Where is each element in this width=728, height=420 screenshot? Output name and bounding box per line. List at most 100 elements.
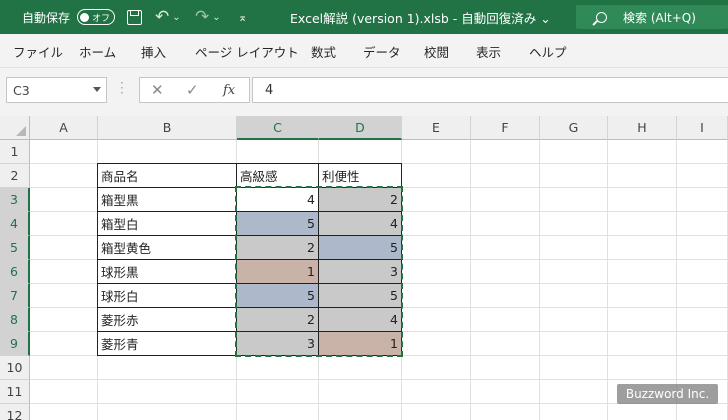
row-header-7[interactable]: 7 [0,284,30,308]
watermark: Buzzword Inc. [617,384,718,404]
autosave-label: 自動保存 [22,10,71,25]
table-cell-quality[interactable]: 2 [237,236,318,259]
table-border [318,163,319,356]
table-cell-convenience[interactable]: 1 [319,332,401,355]
search-label: 検索 (Alt+Q) [623,10,696,25]
autosave-state: オフ [92,13,111,24]
row-header-12[interactable]: 12 [0,404,30,420]
table-border [97,163,98,356]
table-border [97,187,402,188]
table-border [97,235,402,236]
chevron-down-icon: ⌄ [172,11,181,23]
document-title[interactable]: Excel解説 (version 1).xlsb - 自動回復済み ⌄ [290,0,551,34]
tab-home[interactable]: ホーム [79,34,116,68]
column-header-b[interactable]: B [98,116,237,140]
column-header-f[interactable]: F [471,116,540,140]
table-border [97,163,402,164]
column-header-a[interactable]: A [30,116,98,140]
table-cell-quality[interactable]: 1 [237,260,318,283]
row-header-11[interactable]: 11 [0,380,30,404]
row-header-4[interactable]: 4 [0,212,30,236]
enter-icon[interactable]: ✓ [186,78,199,102]
table-cell-quality[interactable]: 5 [237,212,318,235]
column-header-i[interactable]: I [677,116,728,140]
table-border [97,355,402,356]
table-border [97,259,402,260]
table-border [97,331,402,332]
table-cell-convenience[interactable]: 5 [319,284,401,307]
tab-data[interactable]: データ [363,34,401,68]
header-cell-quality[interactable]: 高級感 [237,164,318,187]
table-cell-convenience[interactable]: 4 [319,212,401,235]
table-cell-name[interactable]: 球形白 [98,284,236,307]
undo-button[interactable]: ↶ ⌄ [155,0,181,34]
chevron-down-icon[interactable] [93,87,101,92]
table-cell-quality[interactable]: 2 [237,308,318,331]
table-border [97,211,402,212]
redo-icon: ↷ [195,7,210,27]
redo-button[interactable]: ↷ ⌄ [195,0,221,34]
table-border [401,163,402,356]
table-cell-convenience[interactable]: 3 [319,260,401,283]
tab-view[interactable]: 表示 [476,34,501,68]
insert-function-icon[interactable]: fx [223,78,235,102]
row-header-1[interactable]: 1 [0,140,30,164]
row-header-6[interactable]: 6 [0,260,30,284]
tab-help[interactable]: ヘルプ [529,34,567,68]
gridline [676,140,677,420]
undo-icon: ↶ [155,7,170,27]
table-cell-name[interactable]: 球形黒 [98,260,236,283]
select-all-button[interactable] [0,116,30,140]
column-header-h[interactable]: H [608,116,677,140]
formula-input[interactable]: 4 [252,77,728,103]
table-cell-name[interactable]: 箱型黄色 [98,236,236,259]
table-border [97,307,402,308]
save-icon[interactable] [127,10,142,25]
tab-insert[interactable]: 挿入 [141,34,166,68]
search-box[interactable]: 検索 (Alt+Q) [576,5,728,29]
column-header-d[interactable]: D [319,116,402,140]
table-cell-convenience[interactable]: 4 [319,308,401,331]
row-header-5[interactable]: 5 [0,236,30,260]
table-cell-quality[interactable]: 3 [237,332,318,355]
row-header-8[interactable]: 8 [0,308,30,332]
cancel-icon[interactable]: ✕ [151,78,164,102]
worksheet-grid[interactable]: A B C D E F G H I 1 2 3 4 5 6 7 8 9 10 11 12 商品名 高級感 利便性 箱型黒 4 2 箱型… [0,116,728,420]
formula-bar: C3 · · · ✕ ✓ fx 4 [0,68,728,116]
table-cell-convenience[interactable]: 2 [319,188,401,211]
name-box[interactable]: C3 [6,77,107,103]
tab-formulas[interactable]: 数式 [311,34,336,68]
customize-qat-icon[interactable]: ⌅ [238,0,247,34]
header-cell-convenience[interactable]: 利便性 [319,164,401,187]
table-cell-name[interactable]: 菱形赤 [98,308,236,331]
row-header-2[interactable]: 2 [0,164,30,188]
tab-review[interactable]: 校閲 [424,34,449,68]
table-cell-name[interactable]: 箱型黒 [98,188,236,211]
column-header-e[interactable]: E [402,116,471,140]
header-cell-name[interactable]: 商品名 [98,164,236,187]
more-options-icon[interactable]: · · · [120,77,124,99]
table-cell-quality[interactable]: 4 [237,188,318,211]
table-cell-quality[interactable]: 5 [237,284,318,307]
gridline [470,140,471,420]
title-bar: 自動保存 オフ ↶ ⌄ ↷ ⌄ ⌅ Excel解説 (version 1).xl… [0,0,728,34]
tab-file[interactable]: ファイル [13,34,63,68]
autosave-toggle[interactable]: オフ [77,9,115,25]
table-border [97,283,402,284]
table-cell-name[interactable]: 菱形青 [98,332,236,355]
column-header-g[interactable]: G [540,116,608,140]
search-icon [596,11,607,23]
row-header-10[interactable]: 10 [0,356,30,380]
column-header-c[interactable]: C [237,116,319,140]
ribbon-tabs: ファイル ホーム 挿入 ページ レイアウト 数式 データ 校閲 表示 ヘルプ [0,34,728,68]
toggle-knob [80,12,89,22]
row-header-9[interactable]: 9 [0,332,30,356]
tab-page-layout[interactable]: ページ レイアウト [195,34,299,68]
table-border [236,163,237,356]
table-cell-convenience[interactable]: 5 [319,236,401,259]
chevron-down-icon: ⌄ [212,11,221,23]
row-header-3[interactable]: 3 [0,188,30,212]
formula-buttons: ✕ ✓ fx [139,77,250,103]
table-cell-name[interactable]: 箱型白 [98,212,236,235]
gridline [539,140,540,420]
